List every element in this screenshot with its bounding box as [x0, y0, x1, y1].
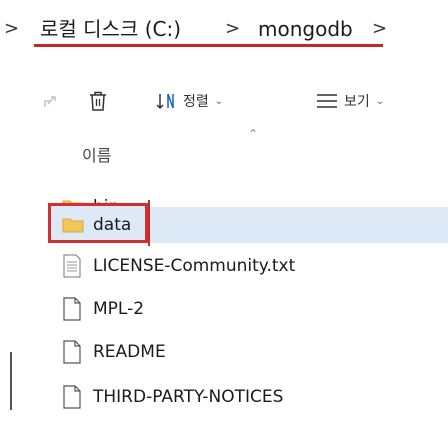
chevron-right-icon[interactable]: > — [4, 14, 19, 44]
list-item[interactable]: THIRD-PARTY-NOTICES — [0, 380, 448, 414]
item-name: data — [93, 215, 132, 235]
breadcrumb-folder[interactable]: mongodb — [258, 14, 353, 44]
trash-icon — [90, 91, 106, 111]
chevron-right-icon[interactable]: > — [372, 14, 387, 44]
breadcrumb-drive[interactable]: 로컬 디스크 (C:) — [40, 14, 181, 44]
folder-icon — [62, 218, 84, 233]
list-item[interactable]: MPL-2 — [0, 292, 448, 326]
sort-label: 정렬 — [183, 94, 209, 110]
list-item-selected[interactable]: data — [0, 208, 448, 242]
command-bar: 정렬 ⌄ 보기 ⌄ — [0, 84, 448, 118]
file-icon — [63, 297, 81, 321]
list-view-icon — [317, 94, 337, 108]
share-button[interactable] — [42, 84, 60, 118]
text-cursor — [148, 200, 150, 246]
delete-button[interactable] — [88, 84, 108, 118]
text-file-icon — [63, 254, 81, 278]
share-icon — [44, 96, 56, 107]
item-name: MPL-2 — [93, 299, 145, 319]
column-header-name[interactable]: 이름 — [82, 142, 111, 166]
file-icon — [63, 340, 81, 364]
list-item[interactable]: README — [0, 335, 448, 369]
chevron-down-icon: ⌄ — [375, 95, 385, 107]
sort-ascending-icon: ⌃ — [248, 127, 259, 141]
chevron-down-icon: ⌄ — [214, 95, 224, 107]
view-button[interactable]: 보기 ⌄ — [316, 84, 384, 118]
sort-button[interactable]: 정렬 ⌄ — [155, 84, 223, 118]
view-label: 보기 — [344, 94, 370, 110]
navigation-pane-edge — [10, 352, 12, 410]
item-name: README — [93, 342, 166, 362]
list-item[interactable]: LICENSE-Community.txt — [0, 249, 448, 283]
chevron-right-icon[interactable]: > — [225, 14, 240, 44]
item-name: THIRD-PARTY-NOTICES — [93, 387, 284, 407]
file-explorer-window: > 로컬 디스크 (C:) > mongodb > 정렬 ⌄ 보기 ⌄ ⌃ 이름… — [0, 0, 448, 439]
item-name: LICENSE-Community.txt — [93, 256, 296, 276]
breadcrumb-highlight — [34, 44, 383, 47]
file-icon — [63, 385, 81, 409]
sort-icon — [156, 93, 174, 110]
